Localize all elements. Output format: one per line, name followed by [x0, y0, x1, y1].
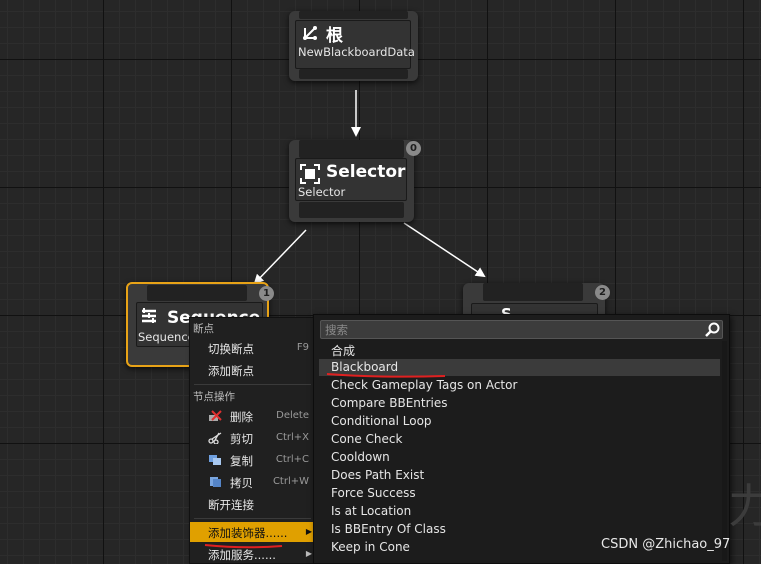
menu-divider [194, 518, 311, 519]
list-item-label: Cone Check [331, 432, 403, 446]
menu-add-breakpoint-label: 添加断点 [208, 364, 254, 378]
background-glyph: 力 [728, 479, 761, 533]
sequence-icon [142, 308, 156, 323]
list-item-label: Is BBEntry Of Class [331, 522, 446, 536]
node-context-menu: 断点 切换断点 F9 添加断点 节点操作 删除 Delete 剪切 Ctrl+X… [189, 317, 316, 564]
menu-add-service-label: 添加服务...... [208, 548, 276, 562]
list-item[interactable]: Is BBEntry Of Class [319, 521, 720, 538]
menu-add-decorator[interactable]: 添加装饰器...... ▶ [190, 522, 315, 542]
list-item-label: Is at Location [331, 504, 412, 518]
list-item[interactable]: Cooldown [319, 449, 720, 466]
selector-input-pin [299, 140, 404, 158]
list-item[interactable]: Cone Check [319, 431, 720, 448]
menu-add-breakpoint[interactable]: 添加断点 [190, 360, 315, 380]
sequence-subtitle: Sequence [138, 330, 195, 344]
watermark: CSDN @Zhichao_97 [601, 537, 731, 552]
category-composite: 合成 [319, 341, 720, 358]
menu-duplicate-shortcut: Ctrl+W [272, 476, 309, 487]
selector-output-pin[interactable] [299, 202, 404, 218]
section-breakpoint: 断点 [193, 323, 214, 335]
menu-cut-label: 剪切 [230, 432, 253, 446]
menu-add-decorator-label: 添加装饰器...... [208, 526, 288, 540]
decorator-dropdown: 合成 Blackboard Check Gameplay Tags on Act… [313, 314, 730, 564]
menu-copy[interactable]: 复制 Ctrl+C [190, 450, 315, 470]
sequence-input-pin [147, 285, 247, 301]
right-node-input-pin [483, 283, 583, 301]
sequence-index-badge: 1 [259, 286, 274, 301]
menu-toggle-breakpoint[interactable]: 切换断点 F9 [190, 338, 315, 358]
list-item-label: Check Gameplay Tags on Actor [331, 378, 518, 392]
list-item-label: Blackboard [331, 360, 399, 374]
submenu-arrow-icon: ▶ [305, 549, 312, 558]
menu-divider [194, 384, 311, 385]
menu-cut-shortcut: Ctrl+X [275, 432, 309, 443]
duplicate-icon [210, 477, 221, 487]
delete-icon [209, 410, 222, 421]
right-node-index-badge: 2 [595, 285, 610, 300]
list-item[interactable]: Blackboard [319, 359, 720, 376]
search-box[interactable] [320, 320, 723, 339]
list-item[interactable]: Force Success [319, 485, 720, 502]
menu-delete-label: 删除 [230, 410, 253, 424]
copy-icon [209, 455, 221, 465]
menu-duplicate-label: 拷贝 [230, 476, 253, 490]
link-selector-to-right-node [403, 222, 486, 278]
selector-node[interactable]: Selector Selector [289, 140, 414, 222]
category-label: 合成 [331, 344, 356, 358]
list-item-label: Conditional Loop [331, 414, 432, 428]
menu-duplicate[interactable]: 拷贝 Ctrl+W [190, 472, 315, 492]
list-item-label: Does Path Exist [331, 468, 425, 482]
list-item-label: Cooldown [331, 450, 390, 464]
menu-add-service[interactable]: 添加服务...... ▶ [190, 544, 315, 564]
search-icon [705, 322, 720, 337]
dropdown-scrollbar[interactable] [722, 341, 727, 561]
scissors-icon [208, 432, 222, 444]
list-item[interactable]: Compare BBEntries [319, 395, 720, 412]
menu-delete-shortcut: Delete [276, 410, 309, 421]
selector-icon [300, 164, 320, 184]
selector-subtitle: Selector [298, 185, 346, 199]
list-item-label: Compare BBEntries [331, 396, 448, 410]
menu-copy-shortcut: Ctrl+C [275, 454, 309, 465]
list-item[interactable]: Conditional Loop [319, 413, 720, 430]
list-item[interactable]: Is at Location [319, 503, 720, 520]
list-item-label: Keep in Cone [331, 540, 410, 554]
root-output-pin[interactable] [299, 69, 408, 79]
selector-index-badge: 0 [406, 141, 421, 156]
list-item-label: Force Success [331, 486, 416, 500]
menu-delete[interactable]: 删除 Delete [190, 406, 315, 426]
menu-break-links[interactable]: 断开连接 [190, 494, 315, 514]
root-title: 根 [326, 26, 343, 46]
menu-break-links-label: 断开连接 [208, 498, 254, 512]
menu-toggle-breakpoint-label: 切换断点 [208, 342, 254, 356]
selector-title: Selector [326, 162, 406, 182]
link-selector-to-sequence [253, 229, 307, 285]
section-node-actions: 节点操作 [193, 391, 235, 403]
root-subtitle: NewBlackboardData [298, 45, 415, 59]
root-node[interactable]: 根 NewBlackboardData [289, 11, 418, 81]
root-icon [303, 26, 317, 40]
menu-cut[interactable]: 剪切 Ctrl+X [190, 428, 315, 448]
root-input-pin [299, 11, 408, 19]
menu-copy-label: 复制 [230, 454, 253, 468]
search-input[interactable] [325, 321, 695, 338]
list-item[interactable]: Check Gameplay Tags on Actor [319, 377, 720, 394]
list-item[interactable]: Does Path Exist [319, 467, 720, 484]
menu-toggle-breakpoint-shortcut: F9 [296, 342, 309, 353]
submenu-arrow-icon: ▶ [305, 527, 312, 536]
